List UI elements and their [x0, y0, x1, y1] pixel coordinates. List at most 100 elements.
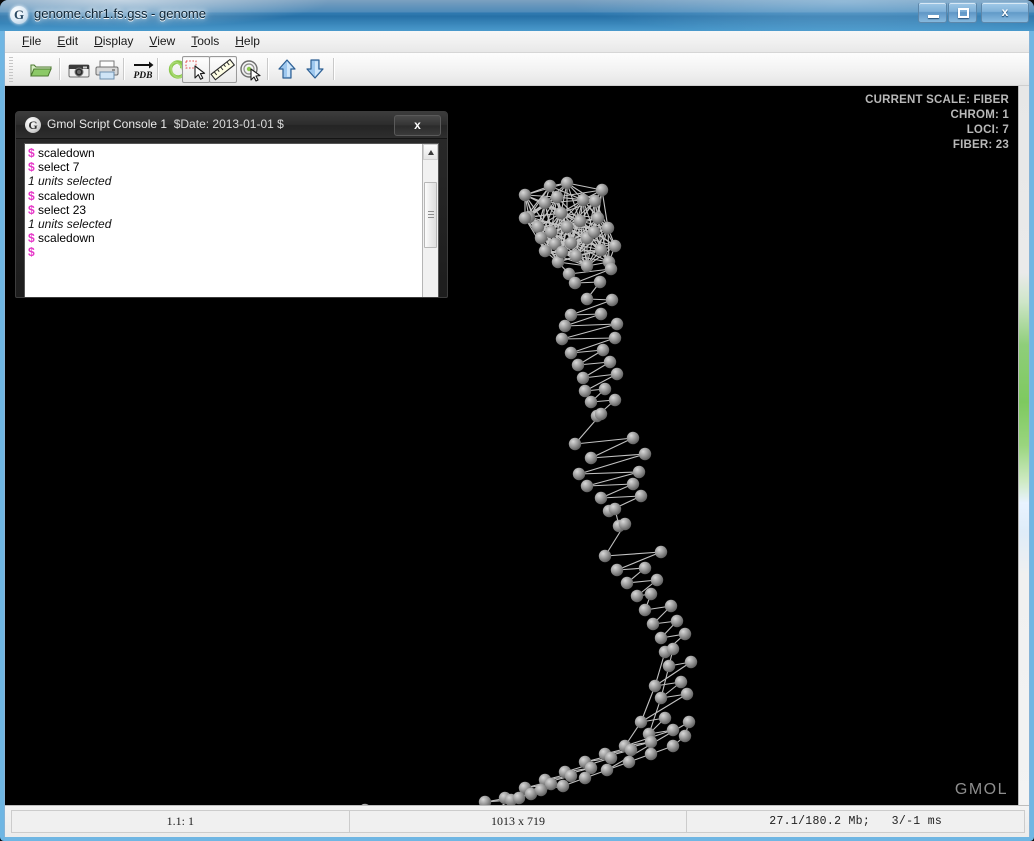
- pick-target-icon[interactable]: [237, 56, 265, 83]
- molecule-atom[interactable]: [594, 307, 608, 321]
- molecule-atom[interactable]: [650, 573, 664, 587]
- molecule-atom[interactable]: [555, 245, 569, 259]
- console-titlebar[interactable]: G Gmol Script Console 1 $Date: 2013-01-0…: [16, 112, 447, 139]
- molecule-atom[interactable]: [644, 747, 658, 761]
- molecule-atom[interactable]: [580, 292, 594, 306]
- molecule-atom[interactable]: [674, 675, 688, 689]
- molecule-atom[interactable]: [610, 367, 624, 381]
- menu-item-edit[interactable]: Edit: [49, 31, 86, 50]
- script-console-dialog[interactable]: G Gmol Script Console 1 $Date: 2013-01-0…: [15, 111, 448, 298]
- molecule-atom[interactable]: [556, 779, 570, 793]
- menu-item-file[interactable]: File: [14, 31, 49, 50]
- molecule-atom[interactable]: [531, 220, 545, 234]
- molecule-atom[interactable]: [587, 225, 601, 239]
- molecule-atom[interactable]: [684, 655, 698, 669]
- molecule-atom[interactable]: [571, 358, 585, 372]
- molecule-atom[interactable]: [601, 221, 615, 235]
- molecule-atom[interactable]: [678, 729, 692, 743]
- molecule-atom[interactable]: [594, 491, 608, 505]
- scroll-up-arrow-icon[interactable]: [423, 144, 438, 160]
- molecule-atom[interactable]: [564, 308, 578, 322]
- molecule-atom[interactable]: [573, 214, 587, 228]
- molecule-atom[interactable]: [638, 447, 652, 461]
- console-close-button[interactable]: x: [394, 115, 441, 136]
- molecule-atom[interactable]: [626, 431, 640, 445]
- molecule-atom[interactable]: [620, 576, 634, 590]
- console-output-area[interactable]: $ scaledown $ select 71 units selected $ s…: [24, 143, 439, 297]
- molecule-atom[interactable]: [638, 561, 652, 575]
- molecule-atom[interactable]: [543, 179, 557, 193]
- molecule-atom[interactable]: [608, 502, 622, 516]
- molecule-atom[interactable]: [584, 451, 598, 465]
- molecule-atom[interactable]: [554, 206, 568, 220]
- molecule-atom[interactable]: [478, 795, 492, 805]
- select-pointer-icon[interactable]: [182, 56, 210, 83]
- menu-item-view[interactable]: View: [141, 31, 183, 50]
- molecule-atom[interactable]: [626, 477, 640, 491]
- molecule-atom[interactable]: [605, 293, 619, 307]
- molecule-atom[interactable]: [608, 239, 622, 253]
- console-scrollbar[interactable]: [422, 144, 438, 297]
- molecule-atom[interactable]: [558, 319, 572, 333]
- molecule-atom[interactable]: [664, 599, 678, 613]
- molecule-atom[interactable]: [654, 631, 668, 645]
- molecule-atom[interactable]: [555, 332, 569, 346]
- molecule-atom[interactable]: [644, 735, 658, 749]
- molecule-atom[interactable]: [580, 479, 594, 493]
- molecule-atom[interactable]: [598, 382, 612, 396]
- molecule-atom[interactable]: [518, 211, 532, 225]
- molecule-atom[interactable]: [632, 465, 646, 479]
- molecule-atom[interactable]: [564, 236, 578, 250]
- molecule-atom[interactable]: [594, 243, 608, 257]
- molecule-atom[interactable]: [654, 545, 668, 559]
- molecule-atom[interactable]: [600, 763, 614, 777]
- molecule-atom[interactable]: [610, 317, 624, 331]
- molecule-atom[interactable]: [538, 196, 552, 210]
- menu-item-display[interactable]: Display: [86, 31, 141, 50]
- molecule-atom[interactable]: [604, 262, 618, 276]
- molecule-atom[interactable]: [560, 176, 574, 190]
- molecule-atom[interactable]: [630, 589, 644, 603]
- molecule-atom[interactable]: [596, 343, 610, 357]
- open-folder-icon[interactable]: [27, 56, 55, 83]
- molecule-atom[interactable]: [666, 642, 680, 656]
- molecule-atom[interactable]: [534, 783, 548, 797]
- molecule-atom[interactable]: [603, 355, 617, 369]
- menu-item-tools[interactable]: Tools: [183, 31, 227, 50]
- measure-ruler-icon[interactable]: [209, 56, 237, 83]
- maximize-button[interactable]: [948, 2, 977, 23]
- molecule-atom[interactable]: [648, 679, 662, 693]
- molecule-atom[interactable]: [634, 715, 648, 729]
- molecule-atom[interactable]: [598, 549, 612, 563]
- scrollbar-thumb[interactable]: [424, 182, 437, 248]
- molecule-atom[interactable]: [595, 183, 609, 197]
- molecule-atom[interactable]: [644, 587, 658, 601]
- molecule-atom[interactable]: [608, 331, 622, 345]
- molecule-atom[interactable]: [512, 791, 526, 805]
- molecule-atom[interactable]: [593, 275, 607, 289]
- molecule-atom[interactable]: [588, 194, 602, 208]
- molecule-atom[interactable]: [658, 711, 672, 725]
- molecule-atom[interactable]: [518, 188, 532, 202]
- molecule-atom[interactable]: [638, 603, 652, 617]
- molecule-atom[interactable]: [564, 769, 578, 783]
- toolbar-grip[interactable]: [9, 57, 13, 82]
- scale-down-icon[interactable]: [301, 56, 329, 83]
- export-pdb-icon[interactable]: PDB: [129, 56, 157, 83]
- molecule-atom[interactable]: [591, 211, 605, 225]
- molecule-atom[interactable]: [666, 739, 680, 753]
- molecule-atom[interactable]: [678, 627, 692, 641]
- molecule-atom[interactable]: [594, 407, 608, 421]
- molecule-atom[interactable]: [622, 755, 636, 769]
- molecule-atom[interactable]: [578, 384, 592, 398]
- molecule-atom[interactable]: [654, 691, 668, 705]
- molecule-atom[interactable]: [576, 193, 590, 207]
- molecule-atom[interactable]: [538, 244, 552, 258]
- molecule-atom[interactable]: [569, 249, 583, 263]
- molecule-atom[interactable]: [624, 743, 638, 757]
- molecule-atom[interactable]: [634, 489, 648, 503]
- molecule-atom[interactable]: [564, 346, 578, 360]
- menu-item-help[interactable]: Help: [227, 31, 268, 50]
- molecule-atom[interactable]: [576, 371, 590, 385]
- molecule-atom[interactable]: [550, 190, 564, 204]
